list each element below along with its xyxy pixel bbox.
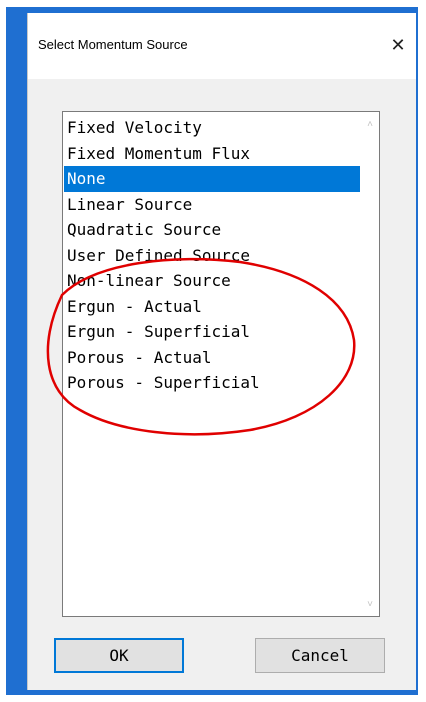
momentum-source-listbox[interactable]: Fixed Velocity Fixed Momentum Flux None … [62, 111, 380, 617]
cancel-button[interactable]: Cancel [255, 638, 385, 673]
list-item-non-linear-source[interactable]: Non-linear Source [64, 268, 360, 294]
vertical-scrollbar[interactable]: ˄ ˅ [361, 112, 379, 616]
list-item-fixed-velocity[interactable]: Fixed Velocity [64, 115, 360, 141]
scroll-down-button[interactable]: ˅ [361, 595, 379, 613]
list-item-user-defined-source[interactable]: User Defined Source [64, 243, 360, 269]
list-item-ergun-superficial[interactable]: Ergun - Superficial [64, 319, 360, 345]
list-item-linear-source[interactable]: Linear Source [64, 192, 360, 218]
ok-button[interactable]: OK [54, 638, 184, 673]
list-item-porous-actual[interactable]: Porous - Actual [64, 345, 360, 371]
close-button[interactable]: ✕ [380, 27, 416, 63]
select-momentum-source-dialog: Select Momentum Source ✕ Fixed Velocity … [27, 13, 416, 690]
dialog-title: Select Momentum Source [38, 37, 188, 52]
chevron-down-icon: ˅ [367, 598, 373, 610]
list-item-porous-superficial[interactable]: Porous - Superficial [64, 370, 360, 396]
chevron-up-icon: ˄ [367, 118, 373, 130]
list-item-ergun-actual[interactable]: Ergun - Actual [64, 294, 360, 320]
scroll-up-button[interactable]: ˄ [361, 115, 379, 133]
list-item-quadratic-source[interactable]: Quadratic Source [64, 217, 360, 243]
close-icon: ✕ [390, 34, 406, 55]
title-bar[interactable]: Select Momentum Source ✕ [28, 13, 416, 79]
list-item-fixed-momentum-flux[interactable]: Fixed Momentum Flux [64, 141, 360, 167]
momentum-source-list: Fixed Velocity Fixed Momentum Flux None … [64, 115, 360, 396]
list-item-none[interactable]: None [64, 166, 360, 192]
